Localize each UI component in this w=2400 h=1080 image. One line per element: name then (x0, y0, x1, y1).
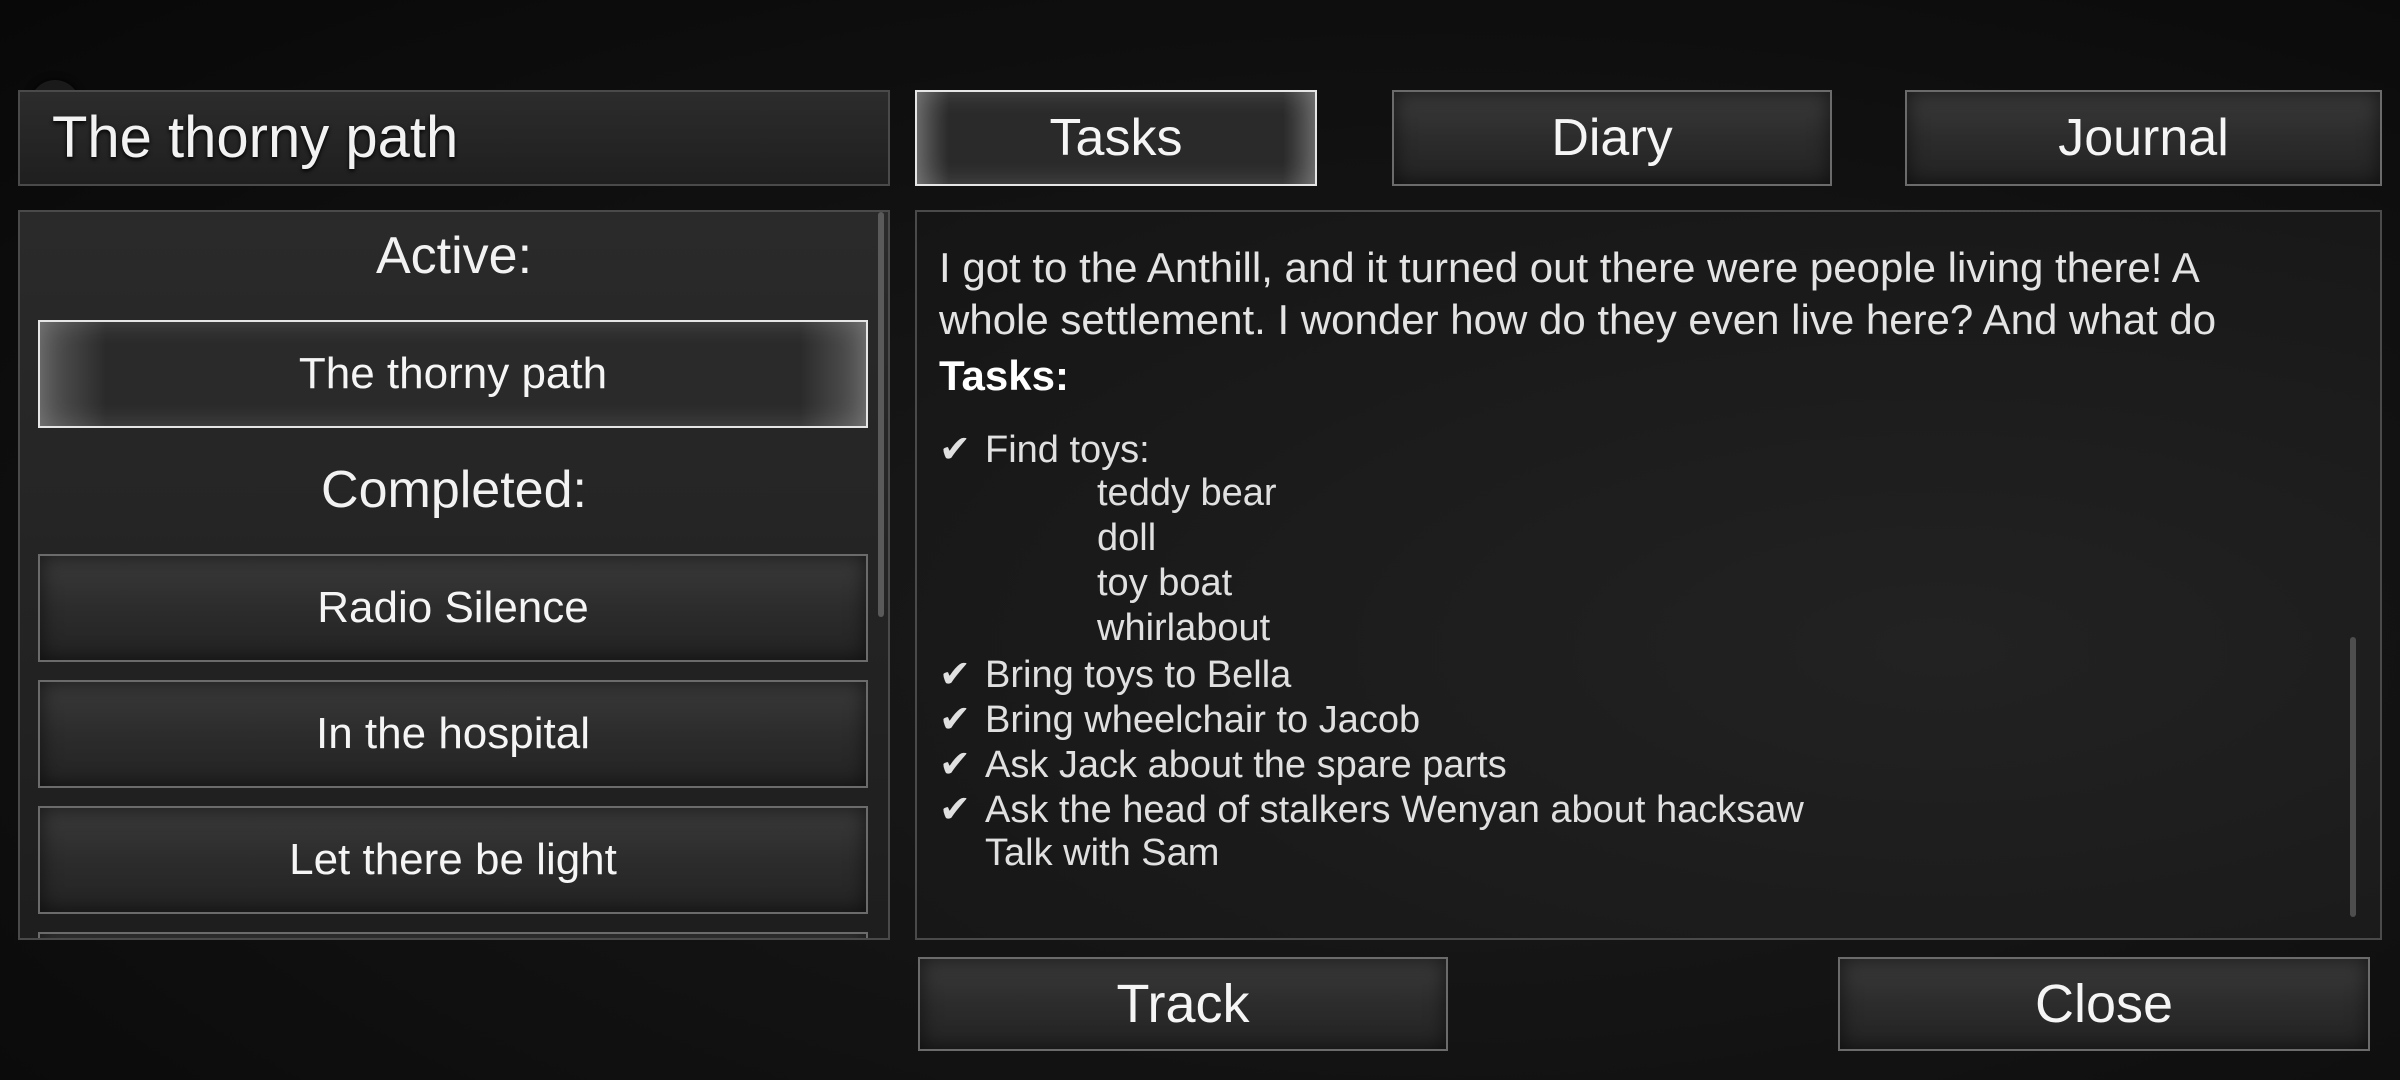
tab-journal[interactable]: Journal (1905, 90, 2382, 186)
track-button-label: Track (1116, 974, 1250, 1034)
tab-tasks[interactable]: Tasks (915, 90, 1317, 186)
subtask-item: teddy bear (1097, 472, 1277, 514)
task-item: Talk with Sam (939, 832, 1219, 875)
tasks-heading: Tasks: (939, 352, 1069, 399)
track-button[interactable]: Track (918, 957, 1448, 1051)
subtask-item: doll (1097, 517, 1157, 559)
description-line: I got to the Anthill, and it turned out … (939, 244, 2200, 291)
description-line: whole settlement. I wonder how do they e… (939, 296, 2217, 343)
checkmark-icon: ✔ (939, 429, 971, 471)
quest-description: I got to the Anthill, and it turned out … (939, 242, 2339, 346)
quest-item-partial[interactable] (38, 932, 868, 938)
tab-journal-label: Journal (2058, 109, 2229, 167)
task-text: Bring toys to Bella (985, 654, 1292, 696)
task-item: ✔ Bring wheelchair to Jacob (939, 697, 1420, 742)
quest-item-in-the-hospital[interactable]: In the hospital (38, 680, 868, 788)
task-item: ✔ Ask Jack about the spare parts (939, 742, 1507, 787)
task-item: ✔ Bring toys to Bella (939, 652, 1291, 697)
task-text: Find toys: (985, 429, 1150, 471)
task-text: Ask Jack about the spare parts (985, 744, 1507, 786)
task-item: ✔ Ask the head of stalkers Wenyan about h… (939, 787, 1804, 832)
quest-item-let-there-be-light[interactable]: Let there be light (38, 806, 868, 914)
tab-diary-label: Diary (1551, 109, 1673, 167)
details-scrollbar[interactable] (2350, 637, 2356, 917)
tab-tasks-label: Tasks (1049, 109, 1183, 167)
task-text: Talk with Sam (985, 832, 1220, 874)
active-heading: Active: (375, 227, 533, 285)
quest-details-panel[interactable]: I got to the Anthill, and it turned out … (915, 210, 2382, 940)
quest-item-label: Radio Silence (317, 583, 589, 632)
quest-item-label: Let there be light (289, 835, 617, 884)
quest-title: The thorny path (52, 105, 459, 170)
close-button[interactable]: Close (1838, 957, 2370, 1051)
quest-item-the-thorny-path[interactable]: The thorny path (38, 320, 868, 428)
tab-diary[interactable]: Diary (1392, 90, 1832, 186)
checkmark-icon: ✔ (939, 654, 971, 696)
quest-item-label: The thorny path (298, 349, 608, 398)
quest-item-radio-silence[interactable]: Radio Silence (38, 554, 868, 662)
task-text: Bring wheelchair to Jacob (985, 699, 1421, 741)
close-button-label: Close (2034, 974, 2174, 1034)
task-item: ✔ Find toys: (939, 427, 1150, 472)
quest-list-panel[interactable]: Active: The thorny path Completed: Radio… (18, 210, 890, 940)
completed-heading: Completed: (321, 461, 587, 519)
quest-item-label: In the hospital (316, 709, 590, 758)
subtask-item: whirlabout (1097, 607, 1271, 649)
checkmark-icon: ✔ (939, 744, 971, 786)
checkmark-icon: ✔ (939, 699, 971, 741)
quest-title-bar: The thorny path (18, 90, 890, 186)
quest-list-scrollbar[interactable] (878, 212, 884, 617)
subtask-item: toy boat (1097, 562, 1233, 604)
task-text: Ask the head of stalkers Wenyan about ha… (985, 789, 1804, 831)
checkmark-icon: ✔ (939, 789, 971, 831)
